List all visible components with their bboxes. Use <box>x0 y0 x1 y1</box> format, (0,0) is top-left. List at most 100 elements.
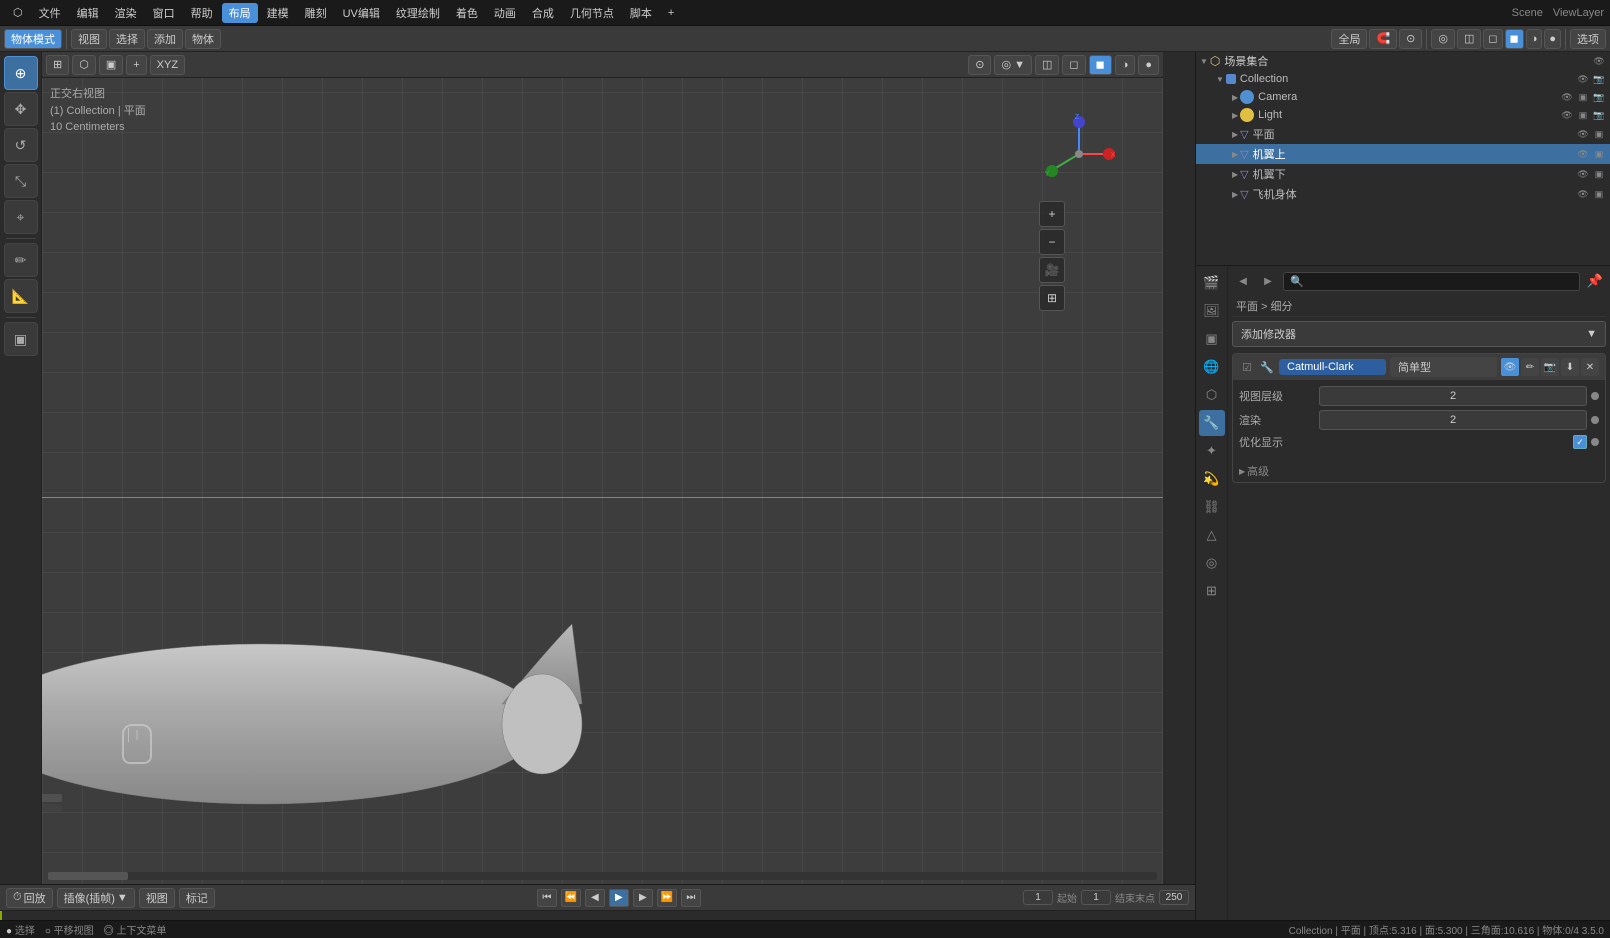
solid-btn[interactable]: ◼ <box>1505 29 1524 49</box>
zoom-in-btn[interactable]: + <box>1039 201 1065 227</box>
options-btn[interactable]: 选项 <box>1570 29 1606 49</box>
tool-cursor[interactable]: ⊕ <box>4 56 38 90</box>
rendered-btn[interactable]: ● <box>1544 29 1561 49</box>
fuselage-visibility[interactable]: 👁 <box>1576 187 1590 201</box>
tl-step-forward[interactable]: ⏩ <box>657 889 677 907</box>
menu-compositing[interactable]: 合成 <box>525 3 561 23</box>
prop-pin-icon[interactable]: 📌 <box>1584 270 1606 292</box>
mod-editmode-icon[interactable]: ✏ <box>1521 358 1539 376</box>
camera-select[interactable]: ▣ <box>1576 90 1590 104</box>
menu-shading[interactable]: 着色 <box>449 3 485 23</box>
tool-measure[interactable]: 📐 <box>4 279 38 313</box>
outliner-wing-bottom-item[interactable]: ▽ 机翼下 👁 ▣ <box>1196 164 1610 184</box>
camera-render[interactable]: 📷 <box>1592 90 1606 104</box>
viewport-header-matprev[interactable]: ◑ <box>1115 55 1136 75</box>
scene-visibility[interactable]: 👁 <box>1592 54 1606 68</box>
viewport-hscrollbar-thumb[interactable] <box>48 872 128 880</box>
tool-move[interactable]: ✥ <box>4 92 38 126</box>
add-modifier-button[interactable]: 添加修改器 ▼ <box>1232 321 1606 347</box>
prop-nav-fwd[interactable]: ▶ <box>1257 270 1279 292</box>
tl-step-back[interactable]: ⏪ <box>561 889 581 907</box>
proportional-btn[interactable]: ⊙ <box>1399 29 1422 49</box>
add-menu[interactable]: 添加 <box>147 29 183 49</box>
tl-prev-keyframe[interactable]: ◀ <box>585 889 605 907</box>
wing-top-visibility[interactable]: 👁 <box>1576 147 1590 161</box>
mod-more-icon[interactable]: ⬇ <box>1561 358 1579 376</box>
light-select[interactable]: ▣ <box>1576 108 1590 122</box>
xray-btn[interactable]: ◫ <box>1457 29 1481 49</box>
light-render[interactable]: 📷 <box>1592 108 1606 122</box>
camera-visibility[interactable]: 👁 <box>1560 90 1574 104</box>
viewport-header-wire[interactable]: ◻ <box>1062 55 1085 75</box>
mod-render-icon[interactable]: 📷 <box>1541 358 1559 376</box>
menu-file[interactable]: 文件 <box>32 3 68 23</box>
menu-sculpting[interactable]: 雕刻 <box>298 3 334 23</box>
tl-end-frame[interactable]: 250 <box>1159 890 1189 905</box>
viewport-hscrollbar[interactable] <box>48 872 1157 880</box>
prop-scene-props-icon[interactable]: ▣ <box>1199 326 1225 352</box>
prop-physics-icon[interactable]: 💫 <box>1199 466 1225 492</box>
camera-view-btn[interactable]: 🎥 <box>1039 257 1065 283</box>
collection-render[interactable]: 📷 <box>1592 72 1606 86</box>
prop-nav-back[interactable]: ◀ <box>1232 270 1254 292</box>
outliner-light-item[interactable]: Light 👁 ▣ 📷 <box>1196 106 1610 124</box>
outliner-camera-item[interactable]: Camera 👁 ▣ 📷 <box>1196 88 1610 106</box>
outliner-plane-item[interactable]: ▽ 平面 👁 ▣ <box>1196 124 1610 144</box>
viewport-header-overlay[interactable]: ◎ ▼ <box>994 55 1032 75</box>
tl-play[interactable]: ▶ <box>609 889 629 907</box>
prop-texture-icon[interactable]: ⊞ <box>1199 578 1225 604</box>
menu-animation[interactable]: 动画 <box>487 3 523 23</box>
prop-search-input[interactable]: 🔍 <box>1283 272 1580 291</box>
tl-jump-end[interactable]: ⏭ <box>681 889 701 907</box>
object-menu[interactable]: 物体 <box>185 29 221 49</box>
menu-geometry-nodes[interactable]: 几何节点 <box>563 3 621 23</box>
viewport-header-addobj[interactable]: + <box>126 55 146 75</box>
menu-layout[interactable]: 布局 <box>222 3 258 23</box>
outliner-scene-collection[interactable]: ⬡ 场景集合 👁 <box>1196 52 1610 70</box>
outliner-wing-top-item[interactable]: ▽ 机翼上 👁 ▣ <box>1196 144 1610 164</box>
menu-uv-editing[interactable]: UV编辑 <box>336 3 387 23</box>
viewport-header-select[interactable]: ▣ <box>99 55 123 75</box>
blender-logo[interactable]: ⬡ <box>6 4 30 21</box>
material-preview-btn[interactable]: ◑ <box>1526 29 1543 49</box>
viewport-header-mode[interactable]: ⬡ <box>72 55 96 75</box>
tool-add-cube[interactable]: ▣ <box>4 322 38 356</box>
prop-scene-icon[interactable]: 🎬 <box>1199 270 1225 296</box>
plane-visibility[interactable]: 👁 <box>1576 127 1590 141</box>
viewport-header-solid[interactable]: ◼ <box>1089 55 1112 75</box>
zoom-out-btn[interactable]: − <box>1039 229 1065 255</box>
prop-modifier-icon active[interactable]: 🔧 <box>1199 410 1225 436</box>
mod-realtime-icon[interactable]: 👁 <box>1501 358 1519 376</box>
prop-particle-icon[interactable]: ✦ <box>1199 438 1225 464</box>
viewport-header-xray[interactable]: ◫ <box>1035 55 1059 75</box>
modifier-visibility-toggle[interactable]: ☑ <box>1239 359 1255 375</box>
menu-help[interactable]: 帮助 <box>184 3 220 23</box>
viewport-header-snap[interactable]: ⊞ <box>46 55 69 75</box>
tool-transform[interactable]: ⌖ <box>4 200 38 234</box>
tl-jump-start[interactable]: ⏮ <box>537 889 557 907</box>
mod-optimize-checkbox[interactable]: ✓ <box>1573 435 1587 449</box>
tool-annotate[interactable]: ✏ <box>4 243 38 277</box>
mod-levels-value[interactable]: 2 <box>1319 386 1587 406</box>
wireframe-btn[interactable]: ◻ <box>1483 29 1502 49</box>
light-visibility[interactable]: 👁 <box>1560 108 1574 122</box>
select-menu[interactable]: 选择 <box>109 29 145 49</box>
menu-scripting[interactable]: 脚本 <box>623 3 659 23</box>
timeline-view-btn[interactable]: 视图 <box>139 888 175 908</box>
prop-world-icon[interactable]: 🌐 <box>1199 354 1225 380</box>
menu-modeling[interactable]: 建模 <box>260 3 296 23</box>
menu-texture-paint[interactable]: 纹理绘制 <box>389 3 447 23</box>
tl-current-frame[interactable]: 1 <box>1023 890 1053 905</box>
viewport-header-xyz[interactable]: XYZ <box>150 55 185 75</box>
grid-view-btn[interactable]: ⊞ <box>1039 285 1065 311</box>
tool-rotate[interactable]: ↺ <box>4 128 38 162</box>
menu-window[interactable]: 窗口 <box>146 3 182 23</box>
tl-start-frame[interactable]: 1 <box>1081 890 1111 905</box>
outliner-fuselage-item[interactable]: ▽ 飞机身体 👁 ▣ <box>1196 184 1610 204</box>
collection-visibility[interactable]: 👁 <box>1576 72 1590 86</box>
menu-render[interactable]: 渲染 <box>108 3 144 23</box>
prop-object-icon[interactable]: ⬡ <box>1199 382 1225 408</box>
modifier-advanced-section[interactable]: 高级 <box>1233 460 1605 482</box>
modifier-type[interactable]: 简单型 <box>1390 357 1497 377</box>
view-menu[interactable]: 视图 <box>71 29 107 49</box>
